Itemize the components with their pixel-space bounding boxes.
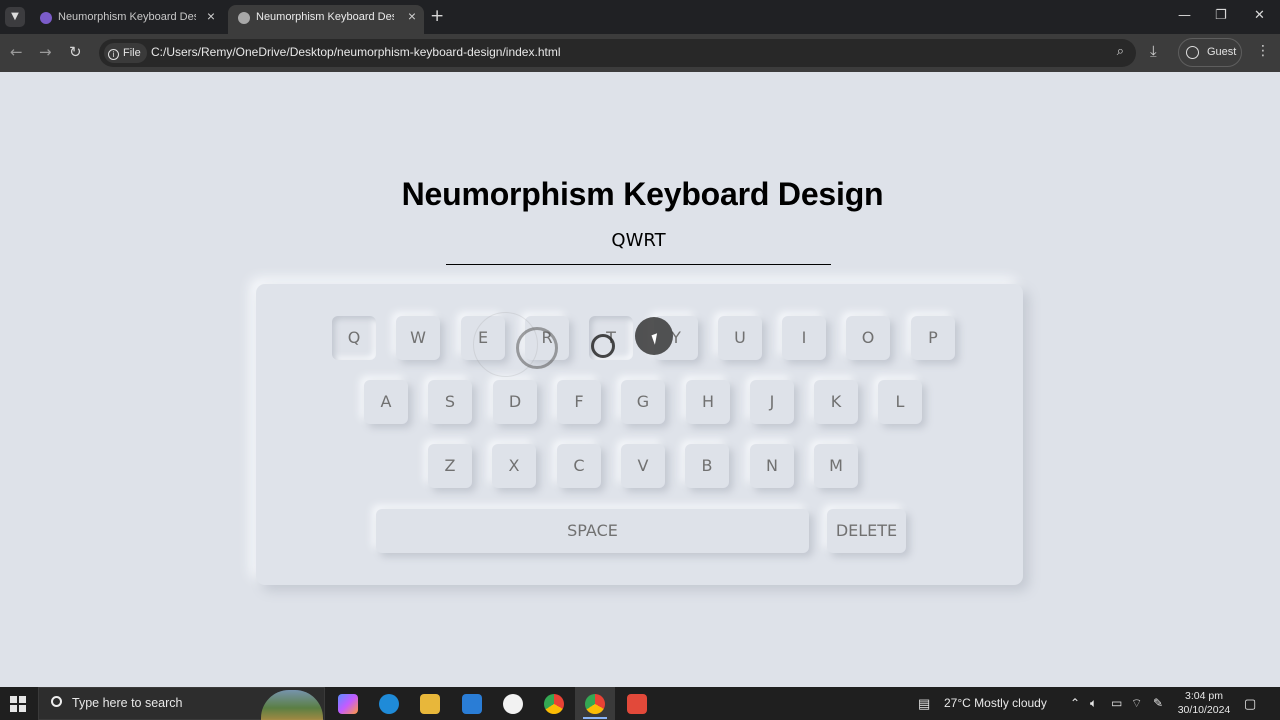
site-info-chip[interactable]: i File <box>104 43 147 63</box>
taskbar: Type here to search ▤ 27°C Mostly cloudy… <box>0 687 1280 720</box>
profile-button[interactable]: Guest <box>1178 38 1242 67</box>
minimize-icon[interactable]: — <box>1178 8 1191 23</box>
key-f[interactable]: F <box>557 380 601 424</box>
globe-icon <box>238 12 250 24</box>
close-window-icon[interactable]: ✕ <box>1254 8 1265 23</box>
copilot-icon[interactable] <box>338 694 358 714</box>
key-m[interactable]: M <box>814 444 858 488</box>
search-highlight-image <box>261 690 323 720</box>
profile-label: Guest <box>1207 46 1237 58</box>
weather-text[interactable]: 27°C Mostly cloudy <box>944 696 1047 710</box>
key-a[interactable]: A <box>364 380 408 424</box>
chrome-icon[interactable] <box>585 694 605 714</box>
key-o[interactable]: O <box>846 316 890 360</box>
back-arrow-icon[interactable]: ← <box>10 43 23 61</box>
key-p[interactable]: P <box>911 316 955 360</box>
battery-icon[interactable]: ▭ <box>1111 696 1122 710</box>
key-s[interactable]: S <box>428 380 472 424</box>
click-ripple <box>591 334 615 358</box>
system-clock[interactable]: 3:04 pm 30/10/2024 <box>1170 689 1238 717</box>
app-store-icon[interactable] <box>503 694 523 714</box>
key-q[interactable]: Q <box>332 316 376 360</box>
key-d[interactable]: D <box>493 380 537 424</box>
click-ripple <box>516 327 558 369</box>
tab-search-button[interactable]: ▼ <box>5 7 25 27</box>
search-placeholder: Type here to search <box>72 696 183 710</box>
profile-icon <box>1186 46 1199 59</box>
key-z[interactable]: Z <box>428 444 472 488</box>
new-tab-button[interactable]: + <box>430 6 444 26</box>
chrome-icon[interactable] <box>544 694 564 714</box>
tab-title: Neumorphism Keyboard Design <box>58 11 196 23</box>
tab-favicon-icon <box>40 12 52 24</box>
volume-icon[interactable]: 🔈︎ <box>1090 696 1097 711</box>
key-w[interactable]: W <box>396 316 440 360</box>
key-space[interactable]: SPACE <box>376 509 809 553</box>
taskbar-search[interactable]: Type here to search <box>38 687 325 720</box>
menu-icon[interactable]: ⋮ <box>1256 43 1270 59</box>
tab-1[interactable]: Neumorphism Keyboard Design × <box>30 5 223 34</box>
url-text[interactable]: C:/Users/Remy/OneDrive/Desktop/neumorphi… <box>151 45 561 59</box>
page-title: Neumorphism Keyboard Design <box>401 176 884 212</box>
tab-title: Neumorphism Keyboard Design <box>256 11 394 23</box>
key-v[interactable]: V <box>621 444 665 488</box>
reload-icon[interactable]: ↻ <box>69 43 82 61</box>
active-app-indicator <box>583 717 607 719</box>
key-delete[interactable]: DELETE <box>827 509 906 553</box>
zoom-icon[interactable]: ⌕ <box>1117 44 1124 59</box>
page-content: Neumorphism Keyboard Design QWRT SPACE D… <box>5 72 1280 687</box>
recorder-icon[interactable] <box>627 694 647 714</box>
search-icon <box>51 696 62 707</box>
key-u[interactable]: U <box>718 316 762 360</box>
browser-titlebar: ▼ Neumorphism Keyboard Design × Neumorph… <box>0 0 1280 34</box>
windows-start-icon[interactable] <box>10 696 26 712</box>
download-icon[interactable]: ⤓ <box>1150 42 1157 60</box>
restore-icon[interactable]: ❐ <box>1215 8 1227 23</box>
network-icon[interactable]: ⌔ <box>1131 696 1142 711</box>
tray-chevron-icon[interactable]: ⌃ <box>1070 696 1080 710</box>
notification-icon[interactable]: ▢ <box>1244 696 1256 712</box>
weather-icon: ▤ <box>918 696 931 711</box>
info-icon: i <box>108 49 119 60</box>
key-n[interactable]: N <box>750 444 794 488</box>
close-tab-icon[interactable]: × <box>408 8 416 24</box>
vscode-icon[interactable] <box>462 694 482 714</box>
clock-date: 30/10/2024 <box>1177 704 1231 716</box>
pen-icon[interactable]: ✎ <box>1153 696 1163 710</box>
file-explorer-icon[interactable] <box>420 694 440 714</box>
key-x[interactable]: X <box>492 444 536 488</box>
tab-2[interactable]: Neumorphism Keyboard Design × <box>228 5 424 34</box>
address-bar[interactable]: i File C:/Users/Remy/OneDrive/Desktop/neu… <box>99 39 1136 67</box>
forward-arrow-icon[interactable]: → <box>39 43 52 61</box>
key-h[interactable]: H <box>686 380 730 424</box>
key-c[interactable]: C <box>557 444 601 488</box>
clock-time: 3:04 pm <box>1185 690 1223 702</box>
scheme-label: File <box>123 47 141 59</box>
edge-icon[interactable] <box>379 694 399 714</box>
key-g[interactable]: G <box>621 380 665 424</box>
key-l[interactable]: L <box>878 380 922 424</box>
key-b[interactable]: B <box>685 444 729 488</box>
typed-text-display: QWRT <box>446 228 831 265</box>
key-i[interactable]: I <box>782 316 826 360</box>
key-k[interactable]: K <box>814 380 858 424</box>
close-tab-icon[interactable]: × <box>207 8 215 24</box>
browser-toolbar: ← → ↻ i File C:/Users/Remy/OneDrive/Deskt… <box>0 34 1280 72</box>
key-j[interactable]: J <box>750 380 794 424</box>
